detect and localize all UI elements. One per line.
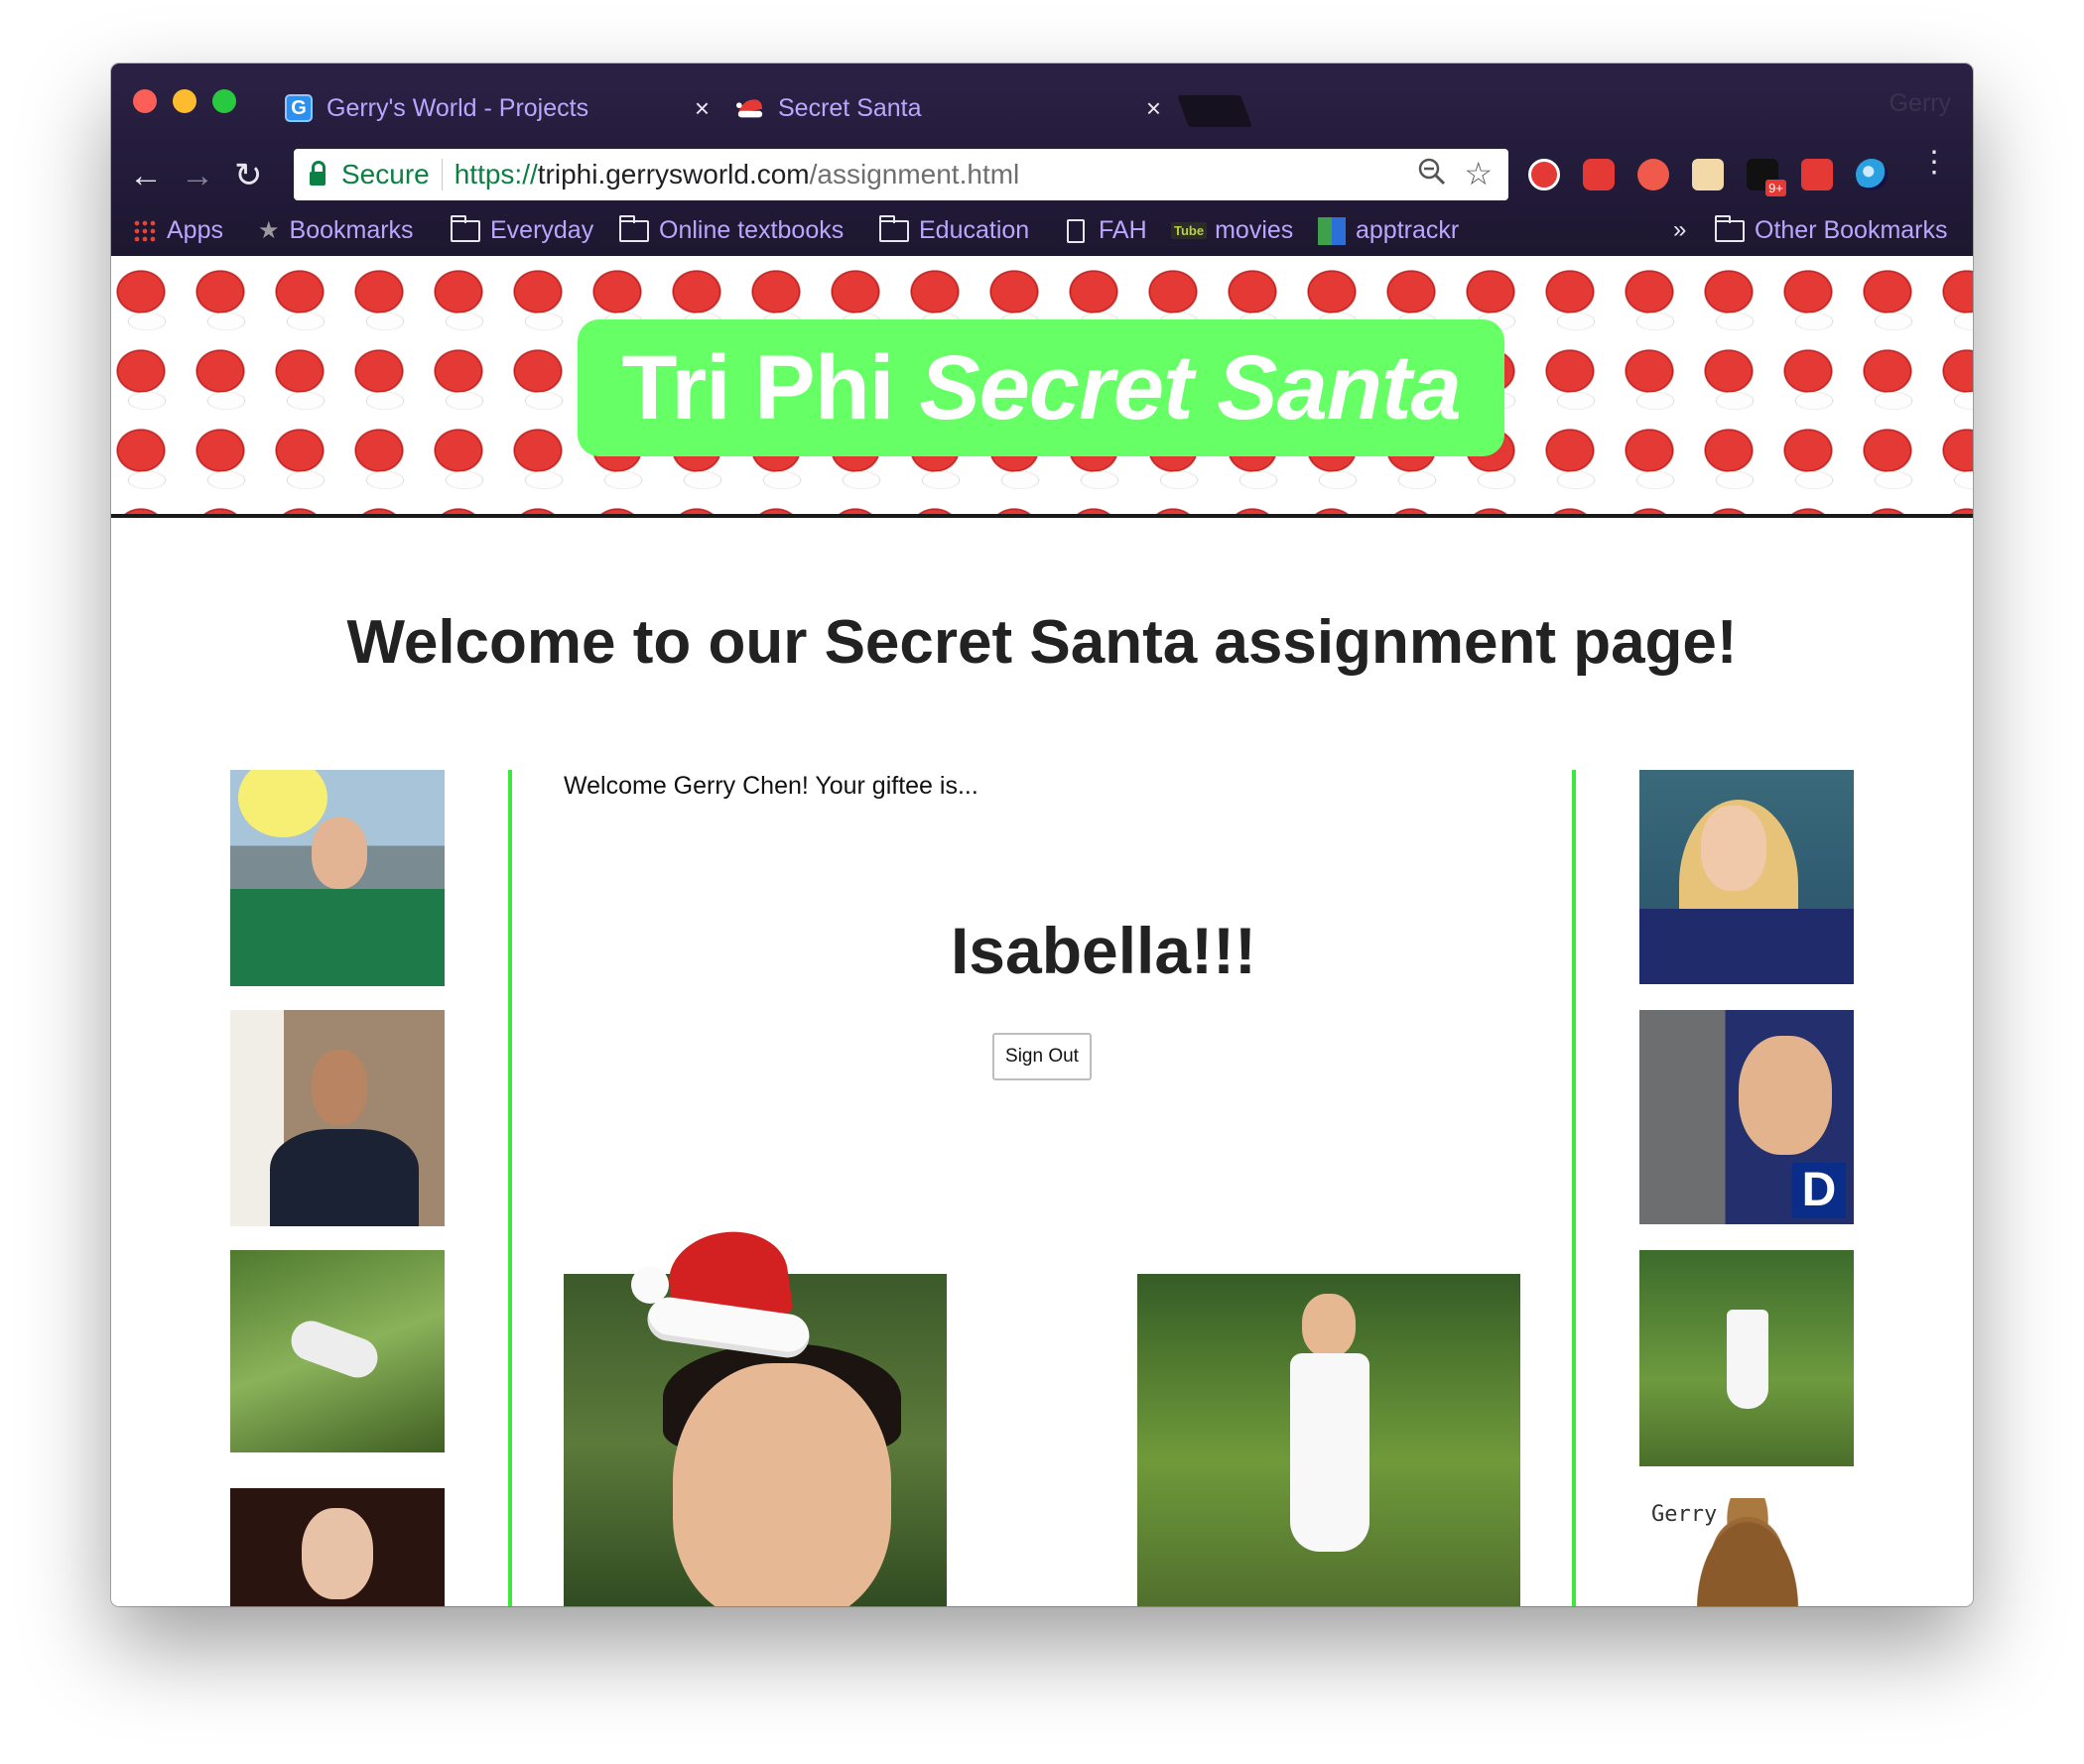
member-photo: [1639, 770, 1854, 984]
member-photo: D: [1639, 1010, 1854, 1224]
url-scheme: https://: [454, 159, 538, 189]
secure-label: Secure: [341, 159, 430, 189]
browser-chrome: G Gerry's World - Projects × Secret Sant…: [111, 63, 1973, 256]
bookmarks-overflow-icon[interactable]: »: [1673, 216, 1686, 244]
minimize-window-button[interactable]: [173, 89, 196, 113]
page-viewport: Tri Phi Secret Santa Welcome to our Secr…: [111, 256, 1973, 1606]
santa-hat-icon: [627, 1224, 813, 1361]
column-divider-left: [508, 770, 512, 1606]
bookmark-label: Online textbooks: [659, 216, 845, 244]
amazon-extension-icon[interactable]: 9+: [1747, 159, 1786, 196]
member-photo: [1639, 1250, 1854, 1466]
tab-close-icon[interactable]: ×: [695, 93, 710, 124]
bookmark-bookmarks[interactable]: ★ Bookmarks: [258, 216, 414, 245]
site-title: Tri Phi Secret Santa: [578, 319, 1504, 456]
close-window-button[interactable]: [133, 89, 157, 113]
bookmark-everyday[interactable]: Everyday: [451, 214, 594, 245]
bookmark-apps[interactable]: Apps: [133, 216, 223, 245]
new-tab-button[interactable]: [1177, 95, 1252, 127]
document-icon: [1067, 218, 1085, 243]
sticker-label: Gerry: [1651, 1502, 1718, 1527]
santa-hat-favicon-icon: [736, 94, 764, 122]
honey-extension-icon[interactable]: [1692, 159, 1724, 190]
tab-gerrys-world[interactable]: G Gerry's World - Projects ×: [285, 77, 731, 139]
bookmark-label: FAH: [1099, 216, 1147, 244]
bookmark-online-textbooks[interactable]: Online textbooks: [619, 214, 845, 245]
zoom-window-button[interactable]: [212, 89, 236, 113]
address-bar[interactable]: Secure https:// triphi.gerrysworld.com /…: [294, 149, 1508, 200]
bookmark-education[interactable]: Education: [879, 214, 1030, 245]
browser-window: G Gerry's World - Projects × Secret Sant…: [111, 63, 1973, 1606]
member-photo: [230, 770, 445, 986]
folder-icon: [451, 214, 480, 242]
reload-icon[interactable]: ↻: [234, 159, 263, 192]
sign-out-button[interactable]: Sign Out: [992, 1033, 1092, 1080]
eye-extension-icon[interactable]: [1856, 159, 1888, 190]
poop-sticker-image: Gerry: [1639, 1488, 1854, 1606]
bookmark-apptrackr[interactable]: apptrackr: [1318, 216, 1459, 245]
bookmark-label: Everyday: [490, 216, 594, 244]
zoom-icon[interactable]: [1417, 157, 1447, 194]
address-divider: [441, 159, 443, 190]
tube-icon: Tube: [1171, 222, 1208, 239]
forward-arrow-icon[interactable]: →: [181, 159, 214, 192]
giftee-photo: [1137, 1274, 1520, 1606]
youtube-extension-icon[interactable]: [1583, 159, 1615, 190]
toolbar: ← → ↻ Secure https:// triphi.gerrysworld…: [111, 143, 1973, 208]
profile-name[interactable]: Gerry: [1889, 89, 1952, 118]
santa-hat-banner: Tri Phi Secret Santa: [111, 256, 1973, 518]
bookmark-movies[interactable]: Tube movies: [1171, 216, 1293, 245]
giftee-name: Isabella!!!: [950, 914, 1257, 987]
bookmark-label: Education: [919, 216, 1030, 244]
giftee-intro-text: Welcome Gerry Chen! Your giftee is...: [564, 772, 978, 800]
tab-secret-santa[interactable]: Secret Santa ×: [736, 77, 1183, 139]
pocket-extension-icon[interactable]: [1801, 159, 1833, 190]
bookmark-fah[interactable]: FAH: [1067, 216, 1147, 245]
bookmark-label: Bookmarks: [289, 216, 414, 244]
url-host: triphi.gerrysworld.com: [537, 159, 810, 189]
tab-close-icon[interactable]: ×: [1146, 93, 1161, 124]
lock-icon: [310, 161, 326, 186]
chrome-menu-icon[interactable]: ⋮: [1919, 148, 1949, 178]
site-title-plain: Tri Phi: [621, 336, 894, 439]
folder-icon: [619, 214, 649, 242]
bookmark-star-icon[interactable]: ☆: [1464, 155, 1493, 192]
folder-icon: [879, 214, 909, 242]
tab-title: Gerry's World - Projects: [326, 93, 589, 122]
site-title-emphasis: Secret Santa: [919, 336, 1461, 439]
back-arrow-icon[interactable]: ←: [129, 159, 163, 192]
gerrys-world-favicon-icon: G: [285, 94, 313, 122]
member-photo: [230, 1010, 445, 1226]
bookmarks-bar: Apps ★ Bookmarks Everyday Online textboo…: [111, 210, 1973, 256]
bookmark-label: Apps: [167, 216, 223, 244]
star-icon: ★: [258, 217, 280, 244]
url-path: /assignment.html: [809, 159, 1020, 189]
member-photo: [230, 1250, 445, 1452]
adblock-extension-icon[interactable]: [1528, 159, 1560, 190]
extension-badge: 9+: [1765, 180, 1786, 196]
bookmark-label: Other Bookmarks: [1755, 216, 1948, 244]
apptrackr-icon: [1318, 216, 1346, 245]
tab-title: Secret Santa: [778, 93, 922, 122]
lastpass-extension-icon[interactable]: [1637, 159, 1669, 190]
bookmark-label: apptrackr: [1356, 216, 1460, 244]
folder-icon: [1715, 214, 1745, 242]
apps-grid-icon: [133, 218, 157, 243]
column-divider-right: [1572, 770, 1576, 1606]
page-heading: Welcome to our Secret Santa assignment p…: [346, 608, 1738, 677]
member-photo: [230, 1488, 445, 1606]
bookmark-label: movies: [1215, 216, 1294, 244]
bookmark-other-bookmarks[interactable]: Other Bookmarks: [1715, 214, 1948, 245]
